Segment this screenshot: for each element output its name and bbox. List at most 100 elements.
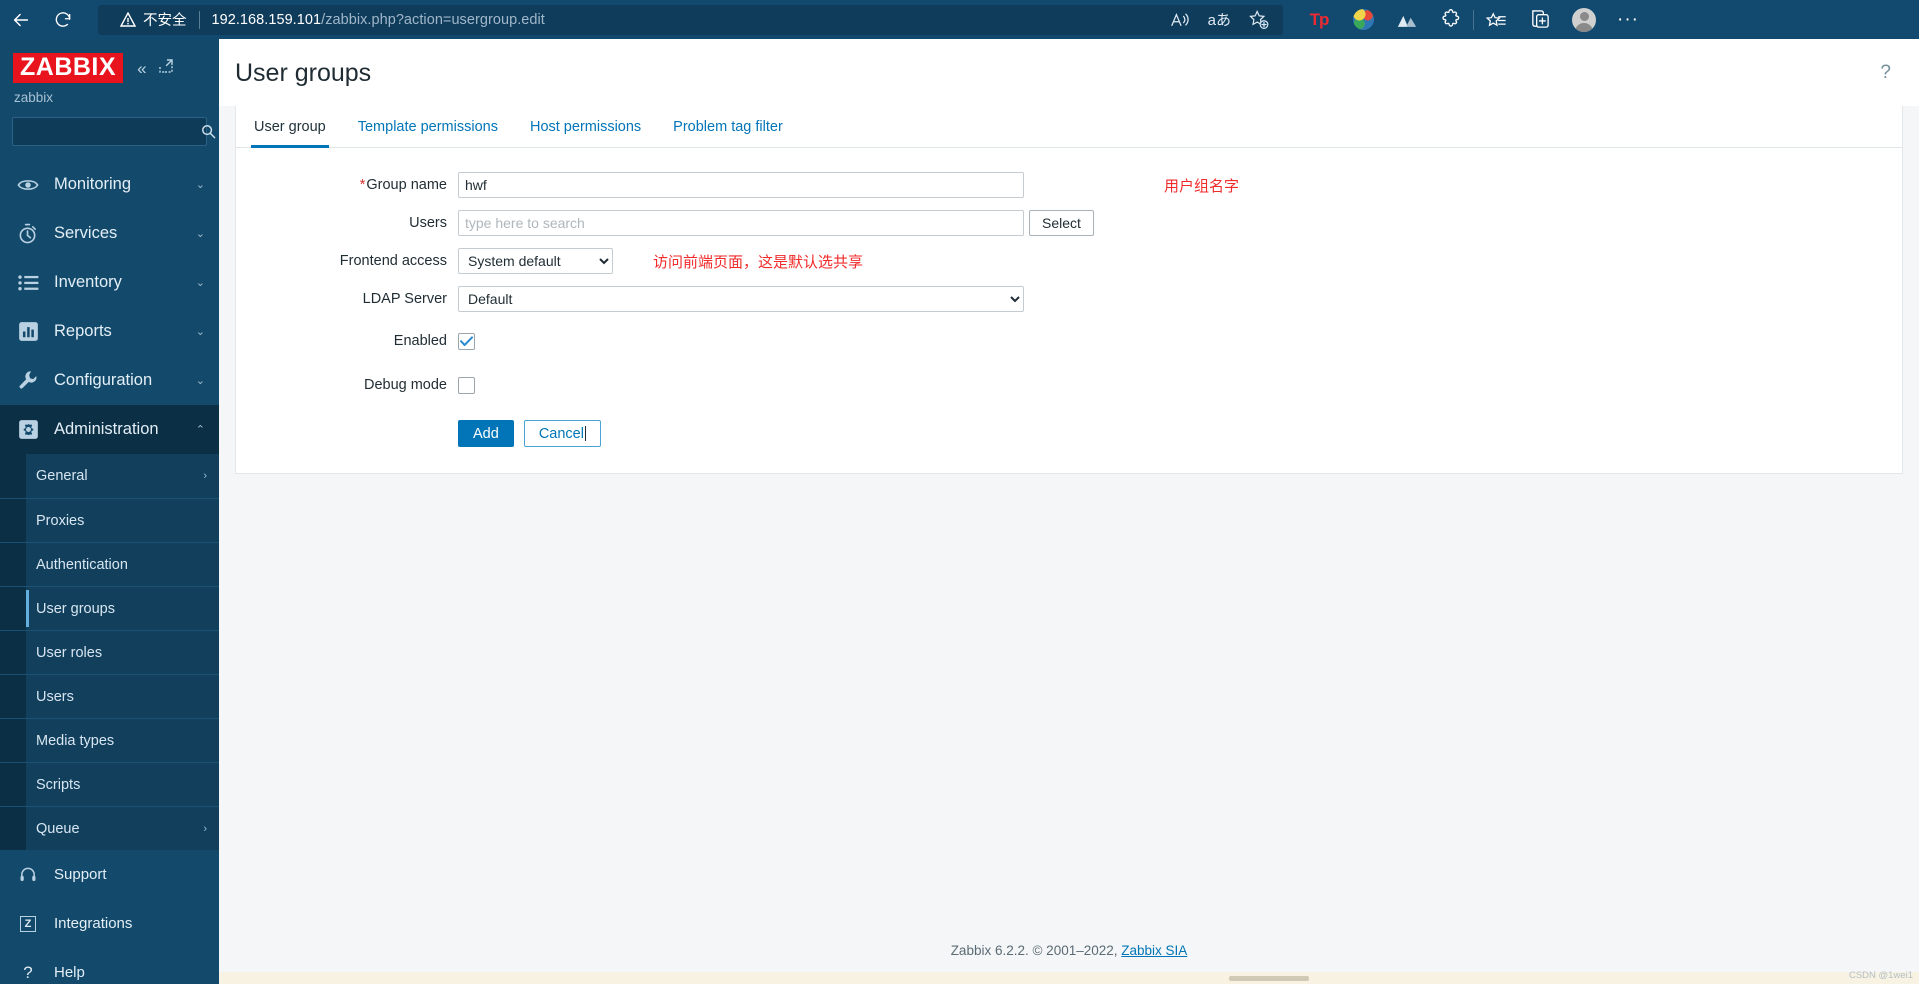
security-warning[interactable]: 不安全 [106, 9, 197, 30]
sidebar-item-label: Inventory [54, 273, 122, 291]
chevron-down-icon: ⌄ [195, 228, 205, 240]
sidebar-item-scripts[interactable]: Scripts [0, 762, 219, 806]
sub-item-label: User groups [36, 600, 115, 617]
page-footer: Zabbix 6.2.2. © 2001–2022, Zabbix SIA [219, 943, 1919, 972]
back-arrow-icon[interactable] [0, 5, 42, 35]
watermark: CSDN @1wei1 [1848, 970, 1913, 981]
frontend-access-label: Frontend access [339, 253, 447, 269]
read-aloud-icon[interactable] [1170, 11, 1190, 29]
favorites-icon[interactable] [1474, 3, 1518, 37]
sidebar-item-label: Integrations [54, 915, 133, 932]
group-name-input[interactable] [458, 172, 1024, 198]
list-icon [14, 274, 42, 291]
tab-user-group[interactable]: User group [238, 106, 342, 148]
search-icon[interactable] [201, 124, 216, 139]
tp-extension-icon[interactable]: Tp [1297, 3, 1341, 37]
field-row-group-name: *Group name 用户组名字 [236, 172, 1902, 198]
sub-item-label: Proxies [36, 512, 85, 529]
scrollbar-thumb[interactable] [1229, 975, 1309, 981]
mountain-icon[interactable] [1385, 3, 1429, 37]
tab-template-permissions[interactable]: Template permissions [342, 106, 514, 147]
users-select-button[interactable]: Select [1029, 210, 1094, 236]
sidebar-item-label: Administration [54, 420, 159, 438]
enabled-label: Enabled [393, 333, 447, 349]
zabbix-z-icon: Z [14, 915, 42, 932]
sidebar-item-inventory[interactable]: Inventory ⌄ [0, 258, 219, 307]
chevron-down-icon: ⌄ [195, 277, 205, 289]
sidebar-item-label: Services [54, 224, 118, 242]
sub-item-label: Users [36, 688, 74, 705]
app-shell: ZABBIX « zabbix Monitoring ⌄ Services ⌄ … [0, 39, 1919, 984]
annotation-group-name: 用户组名字 [1164, 177, 1240, 195]
kiosk-mode-icon[interactable] [158, 59, 173, 78]
search-input[interactable] [21, 123, 201, 140]
group-name-label: *Group name [359, 177, 447, 193]
form-actions: Add Cancel [236, 420, 1902, 447]
warning-triangle-icon [120, 12, 136, 27]
bar-chart-icon [14, 321, 42, 342]
tab-host-permissions[interactable]: Host permissions [514, 106, 657, 147]
sidebar-item-configuration[interactable]: Configuration ⌄ [0, 356, 219, 405]
field-row-debug-mode: Debug mode [236, 372, 1902, 398]
sidebar-item-users[interactable]: Users [0, 674, 219, 718]
omnibox-actions: aあ [1170, 9, 1275, 30]
cancel-button[interactable]: Cancel [523, 420, 601, 447]
add-button[interactable]: Add [458, 420, 514, 447]
reload-icon[interactable] [42, 5, 84, 35]
search-box[interactable] [12, 117, 216, 146]
extensions-icon[interactable] [1429, 3, 1473, 37]
sidebar-item-help[interactable]: ? Help [0, 948, 219, 984]
sidebar-item-label: Support [54, 866, 107, 883]
sidebar: ZABBIX « zabbix Monitoring ⌄ Services ⌄ … [0, 39, 219, 984]
settings-more-icon[interactable]: ··· [1606, 3, 1650, 37]
profile-avatar[interactable] [1562, 3, 1606, 37]
annotation-frontend-access: 访问前端页面，这是默认选共享 [653, 253, 864, 271]
enabled-checkbox[interactable] [458, 332, 475, 350]
sidebar-item-proxies[interactable]: Proxies [0, 498, 219, 542]
sub-item-label: Scripts [36, 776, 81, 793]
form-body: *Group name 用户组名字 Users Select Fronte [236, 148, 1902, 447]
collections-icon[interactable] [1518, 3, 1562, 37]
horizontal-scrollbar[interactable] [219, 972, 1919, 984]
sidebar-item-media-types[interactable]: Media types [0, 718, 219, 762]
page-title: User groups [235, 59, 372, 87]
wrench-icon [14, 370, 42, 391]
frontend-access-select[interactable]: System defaultInternalLDAPDisabled [458, 248, 613, 274]
sidebar-item-user-roles[interactable]: User roles [0, 630, 219, 674]
help-question-icon[interactable]: ? [1880, 59, 1891, 82]
zabbix-sia-link[interactable]: Zabbix SIA [1121, 943, 1187, 958]
sidebar-item-general[interactable]: General › [0, 454, 219, 498]
field-row-frontend-access: Frontend access System defaultInternalLD… [236, 248, 1902, 274]
sidebar-item-label: Monitoring [54, 175, 132, 193]
sidebar-header-actions: « [137, 53, 173, 78]
sidebar-item-authentication[interactable]: Authentication [0, 542, 219, 586]
address-bar[interactable]: 不安全 192.168.159.101/zabbix.php?action=us… [98, 4, 1283, 35]
sidebar-item-queue[interactable]: Queue › [0, 806, 219, 850]
sidebar-item-reports[interactable]: Reports ⌄ [0, 307, 219, 356]
colorful-extension-icon[interactable] [1341, 3, 1385, 37]
server-name: zabbix [14, 90, 54, 105]
zabbix-logo[interactable]: ZABBIX [13, 53, 124, 83]
chevron-down-icon: ⌄ [195, 179, 205, 191]
sidebar-item-administration[interactable]: Administration ⌃ [0, 405, 219, 454]
sidebar-header: ZABBIX « [0, 39, 219, 83]
page-header: User groups ? [219, 39, 1919, 106]
users-input[interactable] [458, 210, 1024, 236]
tab-problem-tag-filter[interactable]: Problem tag filter [657, 106, 799, 147]
collapse-sidebar-icon[interactable]: « [137, 60, 146, 77]
sub-item-label: User roles [36, 644, 103, 661]
sidebar-item-user-groups[interactable]: User groups [0, 586, 219, 630]
debug-mode-checkbox[interactable] [458, 376, 475, 394]
ldap-server-select[interactable]: Default [458, 286, 1024, 312]
add-favorite-icon[interactable] [1249, 9, 1269, 30]
sidebar-item-monitoring[interactable]: Monitoring ⌄ [0, 160, 219, 209]
url-path: /zabbix.php?action=usergroup.edit [321, 11, 545, 28]
sidebar-item-integrations[interactable]: Z Integrations [0, 899, 219, 948]
sidebar-item-support[interactable]: Support [0, 850, 219, 899]
translate-icon[interactable]: aあ [1208, 9, 1231, 30]
form-tabs: User group Template permissions Host per… [236, 106, 1902, 148]
eye-icon [14, 177, 42, 193]
sidebar-item-services[interactable]: Services ⌄ [0, 209, 219, 258]
required-marker: * [359, 177, 366, 193]
sidebar-item-label: Help [54, 964, 85, 981]
